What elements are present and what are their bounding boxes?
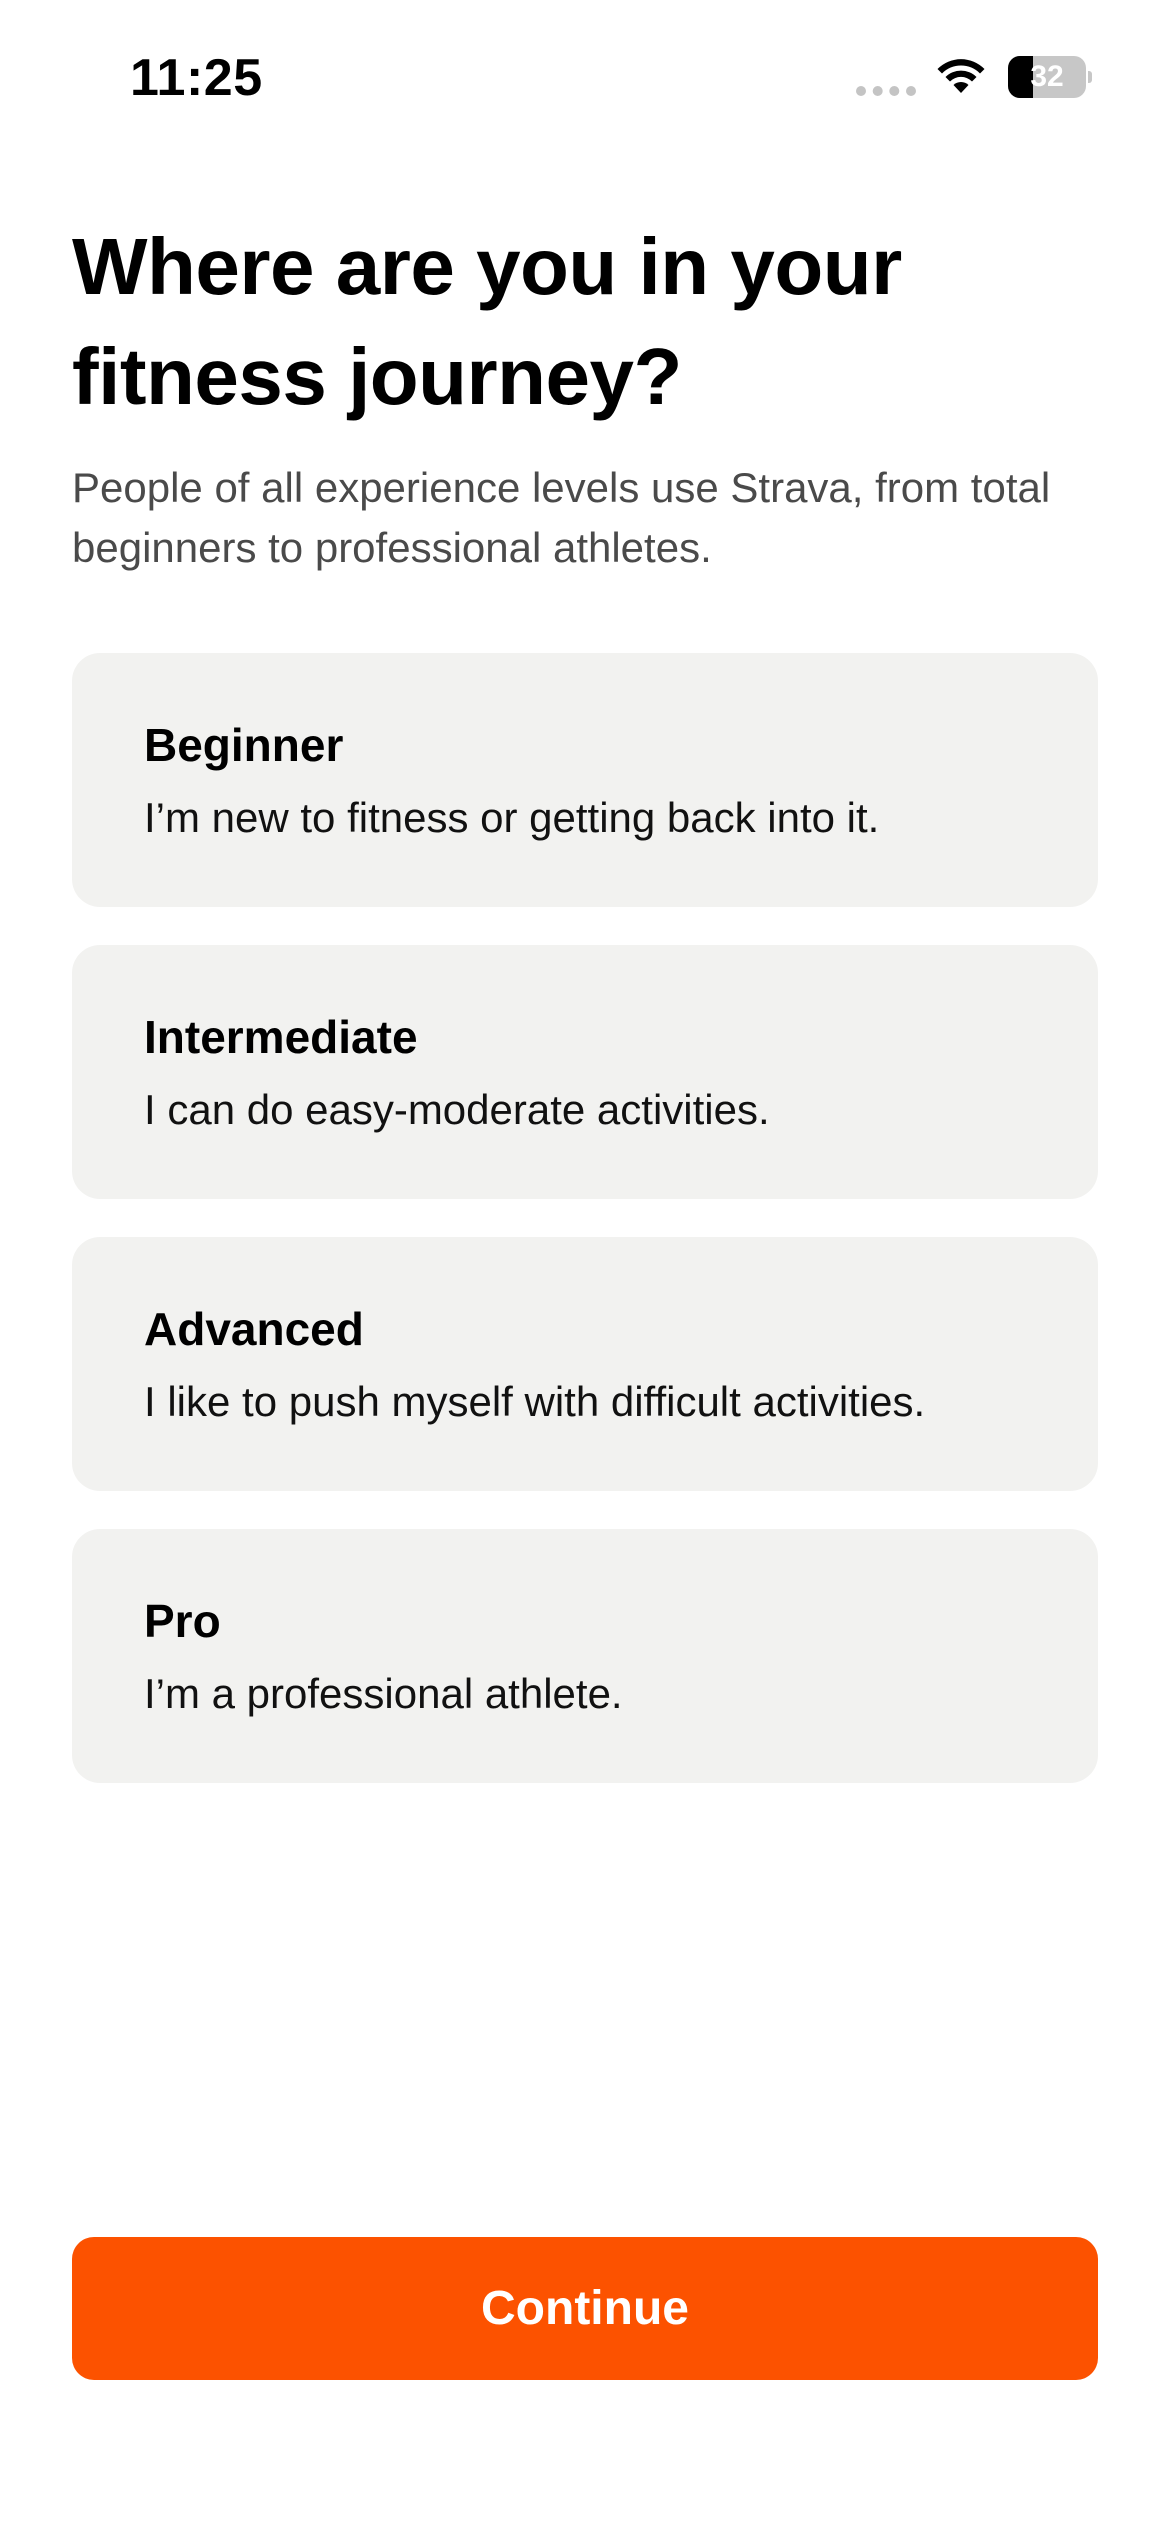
option-title: Beginner — [144, 719, 344, 771]
option-title: Advanced — [144, 1303, 364, 1355]
option-description: I’m new to fitness or getting back into … — [144, 794, 880, 841]
page-subtitle: People of all experience levels use Stra… — [72, 464, 1051, 571]
battery-cap — [1088, 71, 1092, 83]
option-description: I like to push myself with difficult act… — [144, 1378, 926, 1425]
battery-body: 32 — [1008, 56, 1086, 98]
option-intermediate[interactable]: Intermediate I can do easy-moderate acti… — [72, 945, 1098, 1199]
continue-button[interactable]: Continue — [72, 2237, 1098, 2380]
option-title: Intermediate — [144, 1011, 418, 1063]
battery-level: 32 — [1030, 60, 1064, 93]
option-description: I’m a professional athlete. — [144, 1670, 623, 1717]
option-advanced[interactable]: Advanced I like to push myself with diff… — [72, 1237, 1098, 1491]
option-pro[interactable]: Pro I’m a professional athlete. — [72, 1529, 1098, 1783]
status-bar: 11:25 32 — [0, 0, 1170, 150]
wifi-icon — [937, 59, 985, 93]
onboarding-screen: 11:25 32 Where are you in your fitness j… — [0, 0, 1170, 2532]
cellular-signal-icon — [856, 86, 916, 96]
option-description: I can do easy-moderate activities. — [144, 1086, 770, 1133]
option-title: Pro — [144, 1595, 221, 1647]
fitness-level-options: Beginner I’m new to fitness or getting b… — [72, 653, 1098, 1821]
status-time: 11:25 — [130, 49, 263, 107]
battery-icon: 32 — [1008, 56, 1092, 98]
page-title: Where are you in your fitness journey? — [72, 222, 902, 421]
option-beginner[interactable]: Beginner I’m new to fitness or getting b… — [72, 653, 1098, 907]
